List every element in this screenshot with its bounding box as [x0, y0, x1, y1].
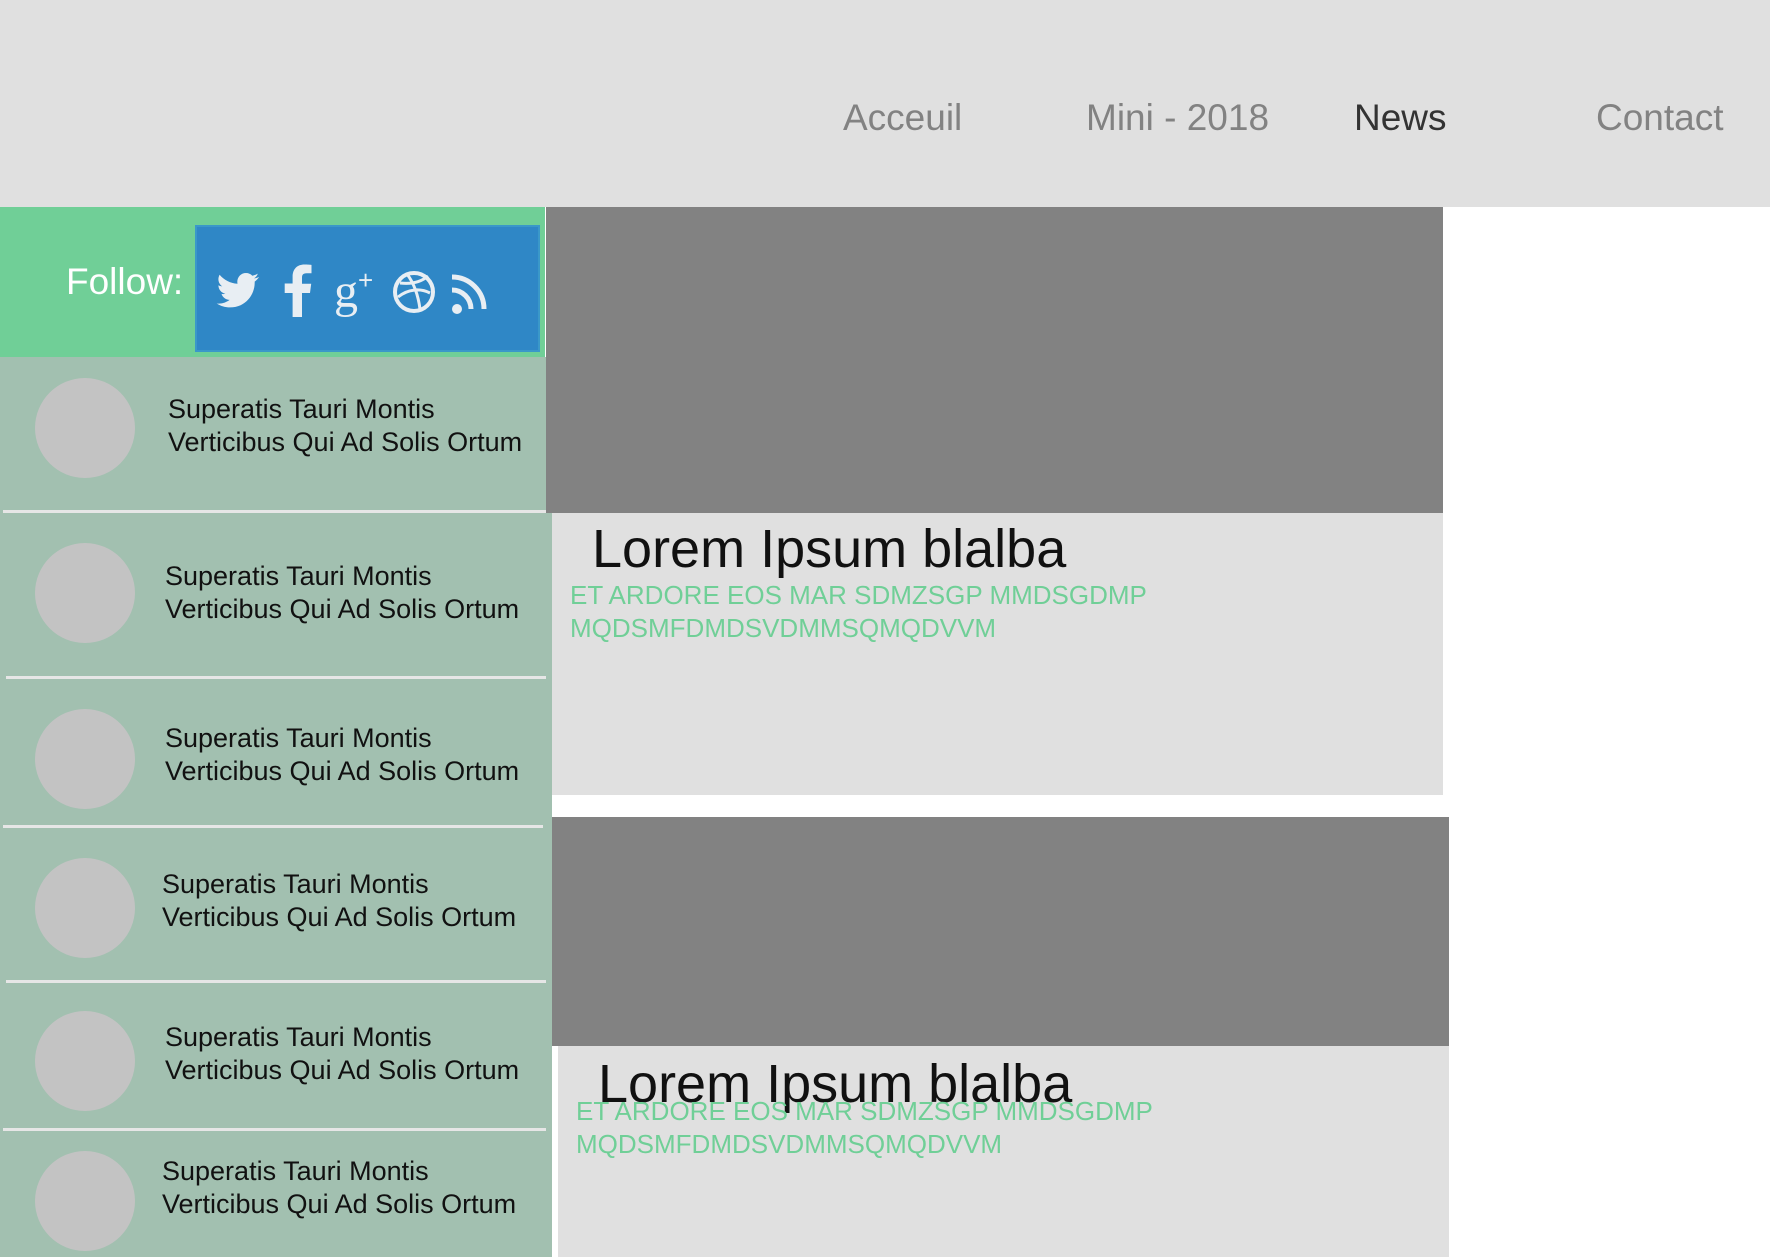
list-item-subtitle: Verticibus Qui Ad Solis Ortum: [168, 427, 523, 457]
avatar: [35, 543, 135, 643]
nav-item-acceuil[interactable]: Acceuil: [843, 95, 962, 140]
svg-text:g: g: [334, 265, 358, 318]
list-item-title: Superatis Tauri Montis: [162, 1156, 429, 1186]
list-item-subtitle: Verticibus Qui Ad Solis Ortum: [162, 902, 517, 932]
twitter-icon[interactable]: [215, 257, 263, 323]
article-image[interactable]: [552, 817, 1449, 1046]
list-item-subtitle: Verticibus Qui Ad Solis Ortum: [165, 1055, 520, 1085]
avatar: [35, 858, 135, 958]
excerpt-line: MQDSMFDMDSVDMMSQMQDVVM: [570, 613, 997, 643]
article-title[interactable]: Lorem Ipsum blalba: [592, 519, 1066, 579]
google-plus-icon[interactable]: g +: [332, 257, 380, 323]
article-excerpt: ET ARDORE EOS MAR SDMZSGP MMDSGDMP MQDSM…: [576, 1095, 1216, 1161]
dribbble-icon[interactable]: [390, 257, 438, 323]
list-item[interactable]: Superatis Tauri Montis Verticibus Qui Ad…: [0, 1131, 552, 1257]
excerpt-line: MQDSMFDMDSVDMMSQMQDVVM: [576, 1129, 1003, 1159]
svg-text:+: +: [358, 265, 373, 295]
list-item-title: Superatis Tauri Montis: [165, 1022, 432, 1052]
list-item-subtitle: Verticibus Qui Ad Solis Ortum: [165, 594, 520, 624]
list-item[interactable]: Superatis Tauri Montis Verticibus Qui Ad…: [0, 983, 552, 1128]
list-item-title: Superatis Tauri Montis: [168, 394, 435, 424]
social-icons: g +: [195, 225, 540, 352]
sidebar-list: Superatis Tauri Montis Verticibus Qui Ad…: [0, 357, 552, 1257]
facebook-icon[interactable]: [275, 257, 323, 323]
rss-icon[interactable]: [447, 257, 495, 323]
avatar: [35, 1151, 135, 1251]
site-header: Acceuil Mini - 2018 News Contact: [0, 0, 1770, 207]
article-excerpt: ET ARDORE EOS MAR SDMZSGP MMDSGDMP MQDSM…: [570, 579, 1210, 645]
list-item-subtitle: Verticibus Qui Ad Solis Ortum: [165, 756, 520, 786]
nav-item-contact[interactable]: Contact: [1596, 95, 1724, 140]
list-item-title: Superatis Tauri Montis: [165, 723, 432, 753]
nav-item-mini-2018[interactable]: Mini - 2018: [1086, 95, 1269, 140]
avatar: [35, 1011, 135, 1111]
list-item[interactable]: Superatis Tauri Montis Verticibus Qui Ad…: [0, 357, 552, 510]
avatar: [35, 378, 135, 478]
follow-bar: Follow: g +: [0, 207, 545, 357]
article-image[interactable]: [546, 207, 1443, 513]
list-item[interactable]: Superatis Tauri Montis Verticibus Qui Ad…: [0, 513, 552, 677]
list-item-title: Superatis Tauri Montis: [165, 561, 432, 591]
nav-item-news[interactable]: News: [1354, 95, 1447, 140]
list-item-subtitle: Verticibus Qui Ad Solis Ortum: [162, 1189, 517, 1219]
excerpt-line: ET ARDORE EOS MAR SDMZSGP MMDSGDMP: [570, 580, 1147, 610]
list-item[interactable]: Superatis Tauri Montis Verticibus Qui Ad…: [0, 828, 552, 981]
article-card: Lorem Ipsum blalba ET ARDORE EOS MAR SDM…: [558, 1046, 1449, 1257]
avatar: [35, 709, 135, 809]
article-card: Lorem Ipsum blalba ET ARDORE EOS MAR SDM…: [552, 513, 1443, 795]
excerpt-line: ET ARDORE EOS MAR SDMZSGP MMDSGDMP: [576, 1096, 1153, 1126]
list-item[interactable]: Superatis Tauri Montis Verticibus Qui Ad…: [0, 679, 552, 826]
list-item-title: Superatis Tauri Montis: [162, 869, 429, 899]
follow-label: Follow:: [66, 261, 184, 302]
